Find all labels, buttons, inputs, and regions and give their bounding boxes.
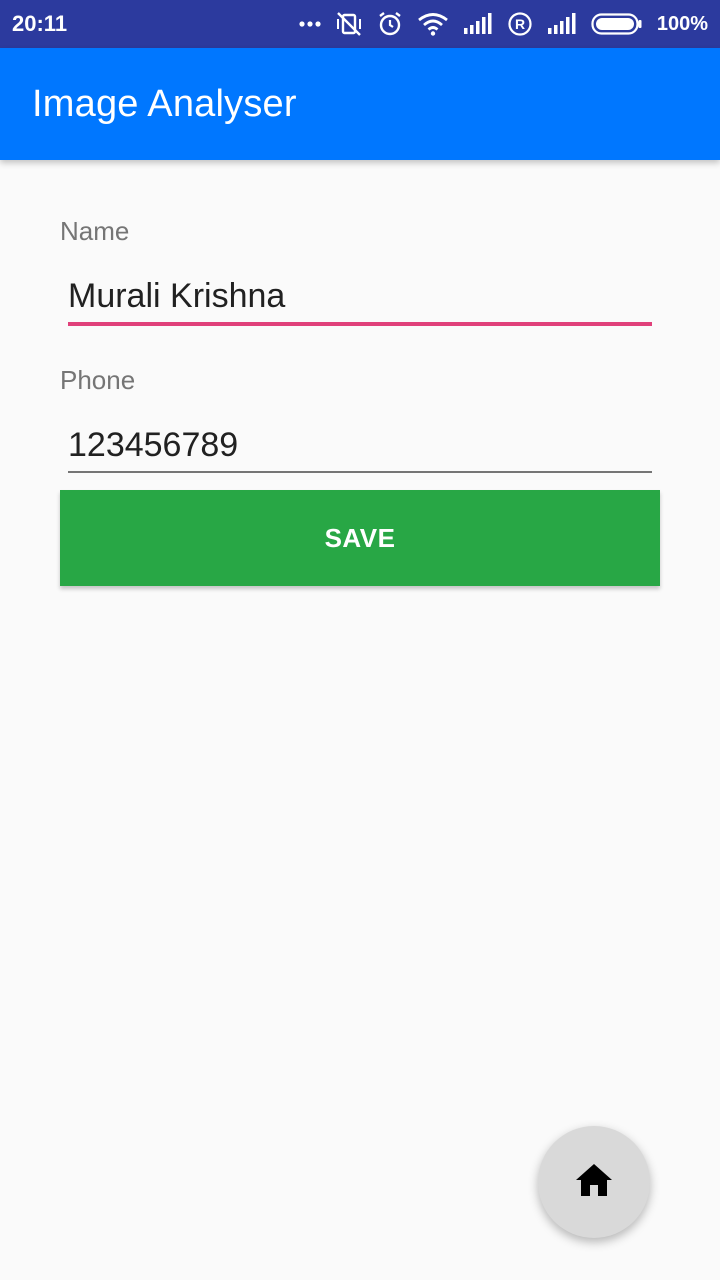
- phone-input-underline: [68, 471, 652, 473]
- alarm-icon: [377, 11, 403, 37]
- wifi-icon: [417, 12, 449, 36]
- name-input[interactable]: [68, 272, 652, 320]
- name-input-underline: [68, 322, 652, 326]
- signal-icon: [547, 13, 577, 35]
- status-time: 20:11: [12, 11, 68, 36]
- more-dots-icon: [299, 20, 321, 28]
- save-button[interactable]: SAVE: [60, 490, 660, 586]
- status-bar: 20:11 R 100%: [0, 0, 720, 48]
- home-fab-button[interactable]: [538, 1126, 650, 1238]
- phone-input[interactable]: [68, 421, 652, 469]
- home-icon: [574, 1162, 614, 1203]
- roaming-icon: R: [507, 11, 533, 37]
- app-title: Image Analyser: [32, 82, 297, 125]
- signal-icon: [463, 13, 493, 35]
- vibrate-off-icon: [335, 11, 363, 37]
- battery-percent: 100%: [656, 12, 708, 35]
- battery-icon: [591, 13, 643, 35]
- name-label: Name: [60, 216, 130, 246]
- svg-text:R: R: [515, 16, 525, 32]
- status-icons: R 100%: [299, 11, 708, 37]
- phone-label: Phone: [60, 365, 136, 395]
- app-bar: Image Analyser: [0, 48, 720, 160]
